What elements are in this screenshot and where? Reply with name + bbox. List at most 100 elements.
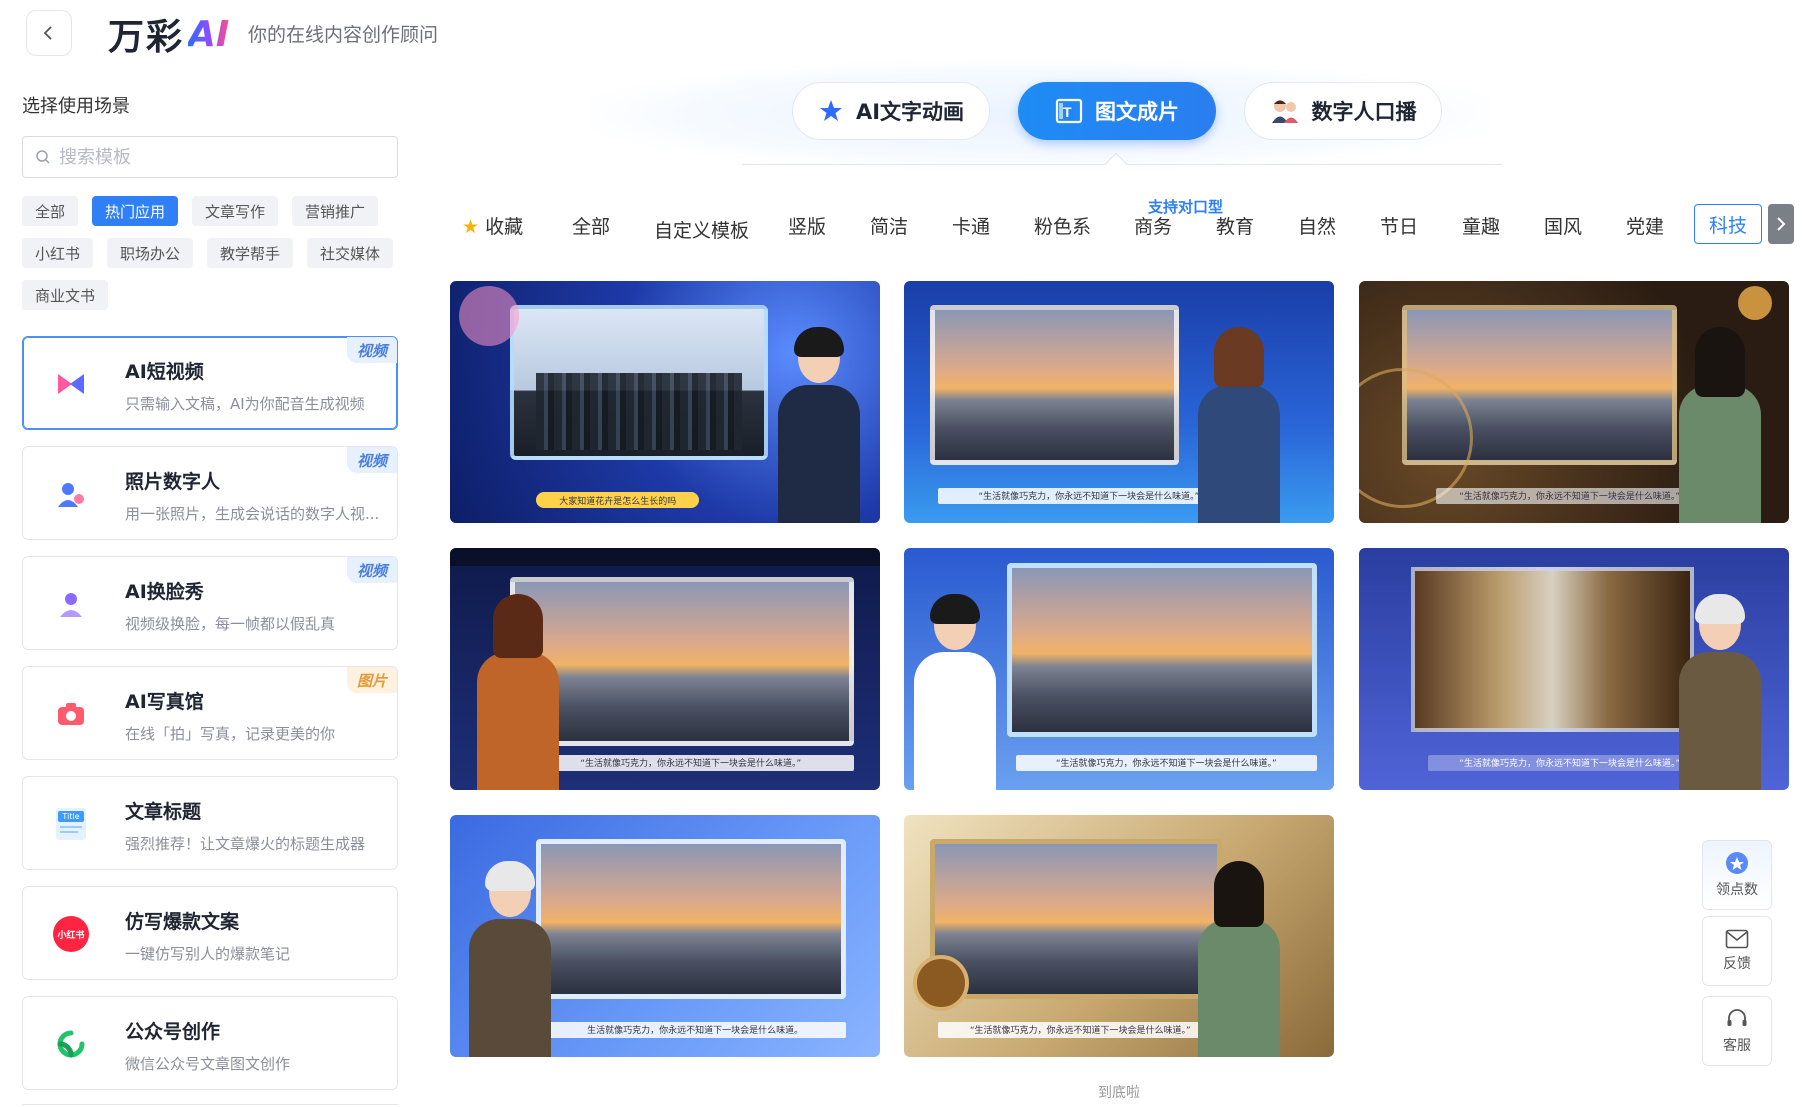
category-nature[interactable]: 自然 — [1298, 212, 1336, 239]
card-title: 仿写爆款文案 — [125, 911, 240, 933]
category-favorites[interactable]: ★ 收藏 — [462, 212, 523, 239]
tag-business[interactable]: 商业文书 — [22, 280, 109, 310]
tag-marketing[interactable]: 营销推广 — [292, 196, 379, 226]
category-all[interactable]: 全部 — [572, 212, 610, 239]
section-title: 选择使用场景 — [22, 96, 130, 117]
template-card[interactable]: 大家知道花卉是怎么生长的吗 — [450, 281, 880, 523]
category-custom[interactable]: 自定义模板 — [654, 216, 749, 243]
template-card[interactable]: “生活就像巧克力，你永远不知道下一块会是什么味道。” — [904, 815, 1334, 1057]
avatar-figure — [1669, 327, 1769, 523]
template-caption: “生活就像巧克力，你永远不知道下一块会是什么味道。” — [938, 1021, 1223, 1038]
camera-icon — [53, 696, 89, 732]
scene-card-article-title[interactable]: Title 文章标题 强烈推荐！让文章爆火的标题生成器 — [22, 776, 398, 870]
category-next-button[interactable] — [1768, 204, 1794, 244]
scene-card-copywriting[interactable]: 小红书 仿写爆款文案 一键仿写别人的爆款笔记 — [22, 886, 398, 980]
template-card[interactable]: 生活就像巧克力，你永远不知道下一块会是什么味道。 — [450, 815, 880, 1057]
card-badge: 视频 — [346, 557, 397, 583]
video-play-icon — [53, 366, 89, 402]
category-label: 收藏 — [485, 216, 524, 238]
star-icon — [818, 98, 844, 124]
category-cartoon[interactable]: 卡通 — [952, 212, 990, 239]
headset-icon — [1725, 1007, 1749, 1031]
template-card[interactable]: “生活就像巧克力，你永远不知道下一块会是什么味道。” — [450, 548, 880, 790]
feedback-label: 反馈 — [1723, 956, 1751, 972]
category-party[interactable]: 党建 — [1626, 212, 1664, 239]
svg-text:T: T — [1063, 104, 1072, 120]
tag-article[interactable]: 文章写作 — [192, 196, 279, 226]
card-title: 公众号创作 — [125, 1021, 221, 1043]
scene-card-photo-avatar[interactable]: 照片数字人 用一张照片，生成会说话的数字人视... 视频 — [22, 446, 398, 540]
title-doc-icon: Title — [53, 806, 89, 842]
category-education[interactable]: 教育 — [1216, 212, 1254, 239]
tag-teaching[interactable]: 教学帮手 — [207, 238, 294, 268]
scene-card-ai-short-video[interactable]: AI短视频 只需输入文稿，AI为你配音生成视频 视频 — [22, 336, 398, 430]
avatar-figure — [1188, 861, 1288, 1057]
face-swap-icon — [53, 586, 89, 622]
tag-hot[interactable]: 热门应用 — [92, 196, 179, 226]
scene-card-list: AI短视频 只需输入文稿，AI为你配音生成视频 视频 照片数字人 用一张照片，生… — [22, 336, 398, 1106]
tag-all[interactable]: 全部 — [22, 196, 79, 226]
tag-xiaohongshu[interactable]: 小红书 — [22, 238, 94, 268]
sidebar-bottom-divider — [22, 1104, 398, 1105]
template-caption: “生活就像巧克力，你永远不知道下一块会是什么味道。” — [527, 754, 855, 771]
category-vertical[interactable]: 竖版 — [788, 212, 826, 239]
card-desc: 在线「拍」写真，记录更美的你 — [125, 725, 336, 743]
avatar-figure — [904, 594, 1004, 790]
back-button[interactable] — [26, 10, 72, 56]
search-icon — [36, 150, 50, 164]
category-chinese[interactable]: 国风 — [1544, 212, 1582, 239]
category-business[interactable]: 商务 — [1134, 212, 1172, 239]
scene-card-wechat-article[interactable]: 公众号创作 微信公众号文章图文创作 — [22, 996, 398, 1090]
tab-digital-human-broadcast[interactable]: 数字人口播 — [1244, 82, 1442, 140]
template-caption: “生活就像巧克力，你永远不知道下一块会是什么味道。” — [1436, 487, 1703, 504]
xiaohongshu-icon: 小红书 — [53, 916, 89, 952]
coin-icon — [1725, 851, 1749, 875]
category-pink[interactable]: 粉色系 — [1034, 212, 1091, 239]
template-card[interactable]: “生活就像巧克力，你永远不知道下一块会是什么味道。” — [1359, 281, 1789, 523]
service-label: 客服 — [1723, 1038, 1751, 1054]
category-tech[interactable]: 科技 — [1694, 204, 1762, 244]
avatar-figure — [768, 327, 868, 523]
feedback-button[interactable]: 反馈 — [1702, 916, 1772, 986]
card-desc: 微信公众号文章图文创作 — [125, 1055, 291, 1073]
tag-social[interactable]: 社交媒体 — [307, 238, 394, 268]
star-icon: ★ — [462, 216, 480, 238]
chevron-left-icon — [43, 26, 52, 40]
tab-label: AI文字动画 — [855, 100, 965, 124]
chevron-right-icon — [1777, 217, 1786, 231]
customer-service-button[interactable]: 客服 — [1702, 996, 1772, 1066]
logo-text: 万彩 — [108, 17, 185, 58]
scene-card-photo-studio[interactable]: AI写真馆 在线「拍」写真，记录更美的你 图片 — [22, 666, 398, 760]
card-desc: 用一张照片，生成会说话的数字人视... — [125, 505, 380, 523]
avatar-pair-icon — [1270, 98, 1300, 124]
template-caption: 生活就像巧克力，你永远不知道下一块会是什么味道。 — [544, 1021, 846, 1038]
points-label: 领点数 — [1716, 882, 1758, 898]
category-simple[interactable]: 简洁 — [870, 212, 908, 239]
points-button[interactable]: 领点数 — [1702, 840, 1772, 910]
template-caption: “生活就像巧克力，你永远不知道下一块会是什么味道。” — [1015, 754, 1317, 771]
template-card[interactable]: “生活就像巧克力，你永远不知道下一块会是什么味道。” — [904, 548, 1334, 790]
sidebar: 选择使用场景 全部 热门应用 文章写作 营销推广 小红书 职场办公 教学帮手 社… — [0, 80, 420, 1107]
template-card[interactable]: “生活就像巧克力，你永远不知道下一块会是什么味道。” — [904, 281, 1334, 523]
card-desc: 视频级换脸，每一帧都以假乱真 — [125, 615, 336, 633]
category-bar: ★ 收藏 全部 支持对口型 自定义模板 竖版 简洁 卡通 粉色系 商务 教育 自… — [462, 198, 1794, 246]
search-input[interactable] — [59, 146, 359, 168]
card-title: 照片数字人 — [125, 471, 221, 493]
card-badge: 视频 — [346, 337, 397, 363]
card-badge: 视频 — [346, 447, 397, 473]
search-box[interactable] — [22, 136, 398, 178]
tab-ai-text-animation[interactable]: AI文字动画 — [792, 82, 990, 140]
avatar-figure — [467, 594, 567, 790]
tab-image-text-video[interactable]: T 图文成片 — [1018, 82, 1216, 140]
card-desc: 强烈推荐！让文章爆火的标题生成器 — [125, 835, 366, 853]
card-title: 文章标题 — [125, 801, 202, 823]
avatar-figure — [1669, 594, 1769, 790]
tag-office[interactable]: 职场办公 — [107, 238, 194, 268]
mail-icon — [1725, 929, 1749, 949]
app-root: 万彩 AI 你的在线内容创作顾问 选择使用场景 全部 热门应用 文章写作 营销推… — [0, 0, 1802, 1107]
template-card[interactable]: “生活就像巧克力，你永远不知道下一块会是什么味道。” — [1359, 548, 1789, 790]
scene-card-face-swap[interactable]: AI换脸秀 视频级换脸，每一帧都以假乱真 视频 — [22, 556, 398, 650]
category-festival[interactable]: 节日 — [1380, 212, 1418, 239]
app-logo[interactable]: 万彩 AI — [108, 10, 229, 59]
category-fun[interactable]: 童趣 — [1462, 212, 1500, 239]
